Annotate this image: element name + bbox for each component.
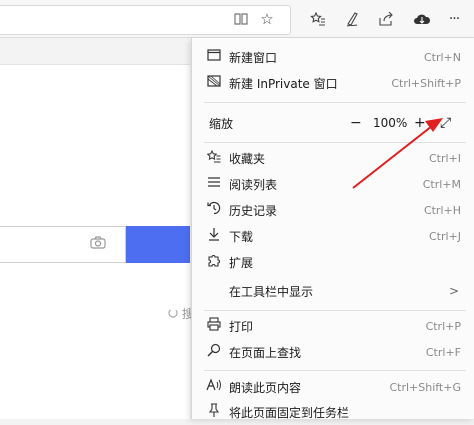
new-window-icon: [205, 49, 223, 65]
menu-item-label: 扩展: [229, 255, 254, 270]
browser-toolbar: ☆ ···: [0, 0, 474, 38]
page-top-band: [0, 38, 190, 65]
menu-item-label: 新建 InPrivate 窗口: [229, 76, 338, 91]
menu-item-label: 新建窗口: [229, 50, 278, 65]
menu-item-label: 在工具栏中显示: [229, 284, 314, 299]
search-input[interactable]: [0, 226, 126, 263]
zoom-out-button[interactable]: −: [350, 115, 362, 131]
menu-item-reading-list[interactable]: 阅读列表 Ctrl+M: [192, 171, 474, 197]
menu-item-show-in-toolbar[interactable]: 在工具栏中显示 >: [192, 278, 474, 304]
favorites-hub-icon[interactable]: [305, 6, 331, 32]
menu-item-shortcut: Ctrl+F: [425, 345, 461, 359]
spinner-icon: [168, 308, 178, 318]
chevron-right-icon: >: [448, 284, 459, 298]
menu-item-shortcut: Ctrl+J: [428, 229, 461, 243]
menu-item-shortcut: Ctrl+H: [423, 203, 461, 217]
menu-item-label: 收藏夹: [229, 151, 266, 166]
pin-icon: [205, 403, 223, 421]
history-icon: [205, 201, 223, 219]
menu-item-label: 阅读列表: [229, 177, 278, 192]
menu-item-print[interactable]: 打印 Ctrl+P: [192, 313, 474, 339]
menu-item-new-inprivate[interactable]: 新建 InPrivate 窗口 Ctrl+Shift+P: [192, 70, 474, 96]
zoom-label: 缩放: [209, 116, 234, 131]
menu-item-downloads[interactable]: 下载 Ctrl+J: [192, 223, 474, 249]
read-aloud-icon: [205, 378, 223, 396]
menu-item-find[interactable]: 在页面上查找 Ctrl+F: [192, 339, 474, 365]
loading-indicator: 搜: [168, 305, 194, 322]
menu-item-favorites[interactable]: 收藏夹 Ctrl+I: [192, 145, 474, 171]
menu-divider: [204, 370, 466, 371]
menu-item-label: 将此页面固定到任务栏: [229, 405, 350, 420]
menu-item-read-aloud[interactable]: 朗读此页内容 Ctrl+Shift+G: [192, 374, 474, 400]
menu-item-pin-taskbar[interactable]: 将此页面固定到任务栏: [192, 399, 474, 425]
menu-item-label: 在页面上查找: [229, 345, 302, 360]
pen-notes-icon[interactable]: [339, 6, 365, 32]
camera-icon[interactable]: [90, 236, 106, 253]
menu-item-label: 下载: [229, 229, 254, 244]
menu-item-zoom: 缩放 − 100% + ⤢: [192, 109, 474, 137]
reading-list-icon: [205, 176, 223, 192]
menu-item-label: 历史记录: [229, 203, 278, 218]
search-icon: [205, 343, 223, 361]
menu-item-shortcut: Ctrl+Shift+G: [389, 380, 461, 394]
download-icon: [205, 227, 223, 245]
more-menu-button[interactable]: ···: [441, 6, 467, 32]
menu-item-label: 朗读此页内容: [229, 380, 302, 395]
zoom-in-button[interactable]: +: [414, 115, 426, 131]
menu-item-new-window[interactable]: 新建窗口 Ctrl+N: [192, 44, 474, 70]
menu-divider: [204, 310, 466, 311]
menu-item-extensions[interactable]: 扩展: [192, 249, 474, 275]
cloud-icon[interactable]: [409, 6, 435, 32]
settings-menu: 新建窗口 Ctrl+N 新建 InPrivate 窗口 Ctrl+Shift+P…: [191, 38, 474, 420]
menu-item-history[interactable]: 历史记录 Ctrl+H: [192, 197, 474, 223]
puzzle-icon: [205, 253, 223, 271]
menu-divider: [204, 102, 466, 103]
menu-divider: [204, 142, 466, 143]
inprivate-window-icon: [205, 75, 223, 91]
menu-item-label: 打印: [229, 319, 254, 334]
favorite-star-icon[interactable]: ☆: [254, 6, 280, 32]
zoom-level: 100%: [373, 116, 408, 130]
fullscreen-button[interactable]: ⤢: [440, 115, 451, 131]
menu-item-shortcut: Ctrl+Shift+P: [391, 76, 461, 90]
reading-view-icon[interactable]: [228, 6, 254, 32]
share-icon[interactable]: [373, 6, 399, 32]
menu-item-shortcut: Ctrl+P: [425, 319, 461, 333]
favorites-icon: [205, 149, 223, 167]
menu-item-shortcut: Ctrl+N: [423, 50, 461, 64]
printer-icon: [205, 317, 223, 335]
menu-item-shortcut: Ctrl+M: [422, 177, 461, 191]
menu-item-shortcut: Ctrl+I: [428, 151, 461, 165]
search-button[interactable]: [126, 226, 190, 263]
